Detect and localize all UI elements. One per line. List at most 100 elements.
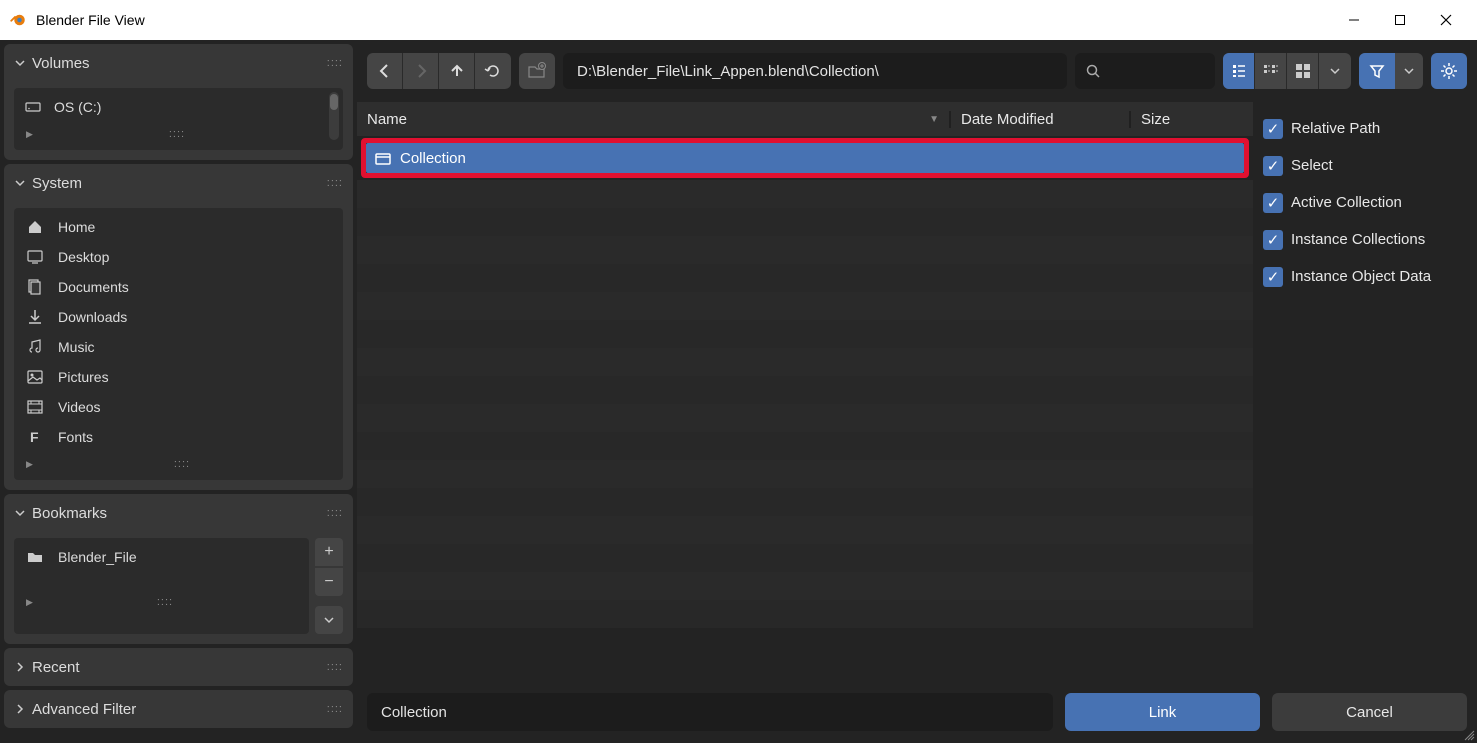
advanced-filter-header[interactable]: Advanced Filter :::: xyxy=(4,690,353,728)
option-instance-object-data[interactable]: ✓Instance Object Data xyxy=(1263,258,1467,295)
drag-dots-icon[interactable]: :::: xyxy=(157,596,173,608)
checkbox-checked-icon: ✓ xyxy=(1263,119,1283,139)
expand-icon[interactable]: ▶ xyxy=(26,459,33,470)
sidebar: Volumes :::: OS (C:) ▶:::: xyxy=(0,40,357,743)
link-button[interactable]: Link xyxy=(1065,693,1260,731)
file-row-collection[interactable]: Collection xyxy=(366,143,1244,173)
folder-icon xyxy=(24,548,46,566)
videos-icon xyxy=(24,398,46,416)
drag-handle-icon[interactable]: :::: xyxy=(327,507,343,519)
file-name: Collection xyxy=(400,150,466,167)
option-relative-path[interactable]: ✓Relative Path xyxy=(1263,110,1467,147)
volume-label: OS (C:) xyxy=(54,99,101,115)
options-panel: ✓Relative Path ✓Select ✓Active Collectio… xyxy=(1253,102,1477,681)
checkbox-checked-icon: ✓ xyxy=(1263,267,1283,287)
desktop-icon xyxy=(24,248,46,266)
drag-dots-icon[interactable]: :::: xyxy=(174,458,190,470)
add-bookmark-button[interactable]: + xyxy=(315,538,343,566)
system-item-desktop[interactable]: Desktop xyxy=(18,242,339,272)
view-thumbnails-button[interactable] xyxy=(1287,53,1319,89)
advanced-filter-label: Advanced Filter xyxy=(32,701,136,718)
checkbox-checked-icon: ✓ xyxy=(1263,230,1283,250)
home-icon xyxy=(24,218,46,236)
recent-header[interactable]: Recent :::: xyxy=(4,648,353,686)
filter-dropdown[interactable] xyxy=(1395,53,1423,89)
toolbar xyxy=(357,40,1477,102)
chevron-right-icon xyxy=(14,703,32,715)
bookmarks-panel: Bookmarks :::: Blender_File ▶:::: + − xyxy=(4,494,353,644)
system-panel: System :::: Home Desktop Documents Downl… xyxy=(4,164,353,490)
refresh-button[interactable] xyxy=(475,53,511,89)
bookmark-item[interactable]: Blender_File xyxy=(18,542,305,572)
blender-icon xyxy=(8,10,28,30)
volumes-label: Volumes xyxy=(32,55,90,72)
svg-text:F: F xyxy=(30,429,39,445)
drag-handle-icon[interactable]: :::: xyxy=(327,661,343,673)
parent-button[interactable] xyxy=(439,53,475,89)
file-browser: Name▼ Date Modified Size Collection xyxy=(357,102,1253,681)
filter-button[interactable] xyxy=(1359,53,1395,89)
content-area: Name▼ Date Modified Size Collection ✓Rel… xyxy=(357,40,1477,743)
minimize-button[interactable] xyxy=(1331,0,1377,40)
system-item-pictures[interactable]: Pictures xyxy=(18,362,339,392)
cancel-button[interactable]: Cancel xyxy=(1272,693,1467,731)
drive-icon xyxy=(24,98,42,116)
column-header-date[interactable]: Date Modified xyxy=(951,111,1131,128)
drag-handle-icon[interactable]: :::: xyxy=(327,57,343,69)
documents-icon xyxy=(24,278,46,296)
option-instance-collections[interactable]: ✓Instance Collections xyxy=(1263,221,1467,258)
view-options-dropdown[interactable] xyxy=(1319,53,1351,89)
search-input[interactable] xyxy=(1075,53,1215,89)
footer-bar: Link Cancel xyxy=(357,681,1477,743)
column-header-name[interactable]: Name▼ xyxy=(357,111,951,128)
volumes-header[interactable]: Volumes :::: xyxy=(4,44,353,82)
scrollbar[interactable] xyxy=(329,92,339,140)
expand-icon[interactable]: ▶ xyxy=(26,597,33,608)
system-header[interactable]: System :::: xyxy=(4,164,353,202)
bookmarks-header[interactable]: Bookmarks :::: xyxy=(4,494,353,532)
system-item-videos[interactable]: Videos xyxy=(18,392,339,422)
view-vertical-list-button[interactable] xyxy=(1223,53,1255,89)
window-title: Blender File View xyxy=(36,12,1331,28)
back-button[interactable] xyxy=(367,53,403,89)
checkbox-checked-icon: ✓ xyxy=(1263,156,1283,176)
system-item-downloads[interactable]: Downloads xyxy=(18,302,339,332)
path-input[interactable] xyxy=(563,53,1067,89)
system-item-music[interactable]: Music xyxy=(18,332,339,362)
system-item-home[interactable]: Home xyxy=(18,212,339,242)
remove-bookmark-button[interactable]: − xyxy=(315,568,343,596)
system-item-documents[interactable]: Documents xyxy=(18,272,339,302)
collection-icon xyxy=(374,149,392,167)
recent-label: Recent xyxy=(32,659,80,676)
maximize-button[interactable] xyxy=(1377,0,1423,40)
volume-item-c[interactable]: OS (C:) xyxy=(18,92,329,122)
drag-handle-icon[interactable]: :::: xyxy=(327,703,343,715)
column-header-size[interactable]: Size xyxy=(1131,111,1253,128)
view-horizontal-list-button[interactable] xyxy=(1255,53,1287,89)
forward-button[interactable] xyxy=(403,53,439,89)
chevron-down-icon xyxy=(14,177,32,189)
close-button[interactable] xyxy=(1423,0,1469,40)
chevron-down-icon xyxy=(14,57,32,69)
titlebar: Blender File View xyxy=(0,0,1477,40)
drag-handle-icon[interactable]: :::: xyxy=(327,177,343,189)
option-active-collection[interactable]: ✓Active Collection xyxy=(1263,184,1467,221)
resize-grip-icon[interactable] xyxy=(1463,729,1475,741)
filename-input[interactable] xyxy=(367,693,1053,731)
drag-dots-icon[interactable]: :::: xyxy=(169,128,185,140)
option-select[interactable]: ✓Select xyxy=(1263,147,1467,184)
music-icon xyxy=(24,338,46,356)
bookmark-menu-button[interactable] xyxy=(315,606,343,634)
expand-icon[interactable]: ▶ xyxy=(26,129,33,140)
bookmarks-label: Bookmarks xyxy=(32,505,107,522)
pictures-icon xyxy=(24,368,46,386)
system-item-fonts[interactable]: FFonts xyxy=(18,422,339,452)
download-icon xyxy=(24,308,46,326)
settings-button[interactable] xyxy=(1431,53,1467,89)
chevron-right-icon xyxy=(14,661,32,673)
new-folder-button[interactable] xyxy=(519,53,555,89)
search-icon xyxy=(1085,63,1101,79)
system-label: System xyxy=(32,175,82,192)
volumes-panel: Volumes :::: OS (C:) ▶:::: xyxy=(4,44,353,160)
chevron-down-icon xyxy=(14,507,32,519)
